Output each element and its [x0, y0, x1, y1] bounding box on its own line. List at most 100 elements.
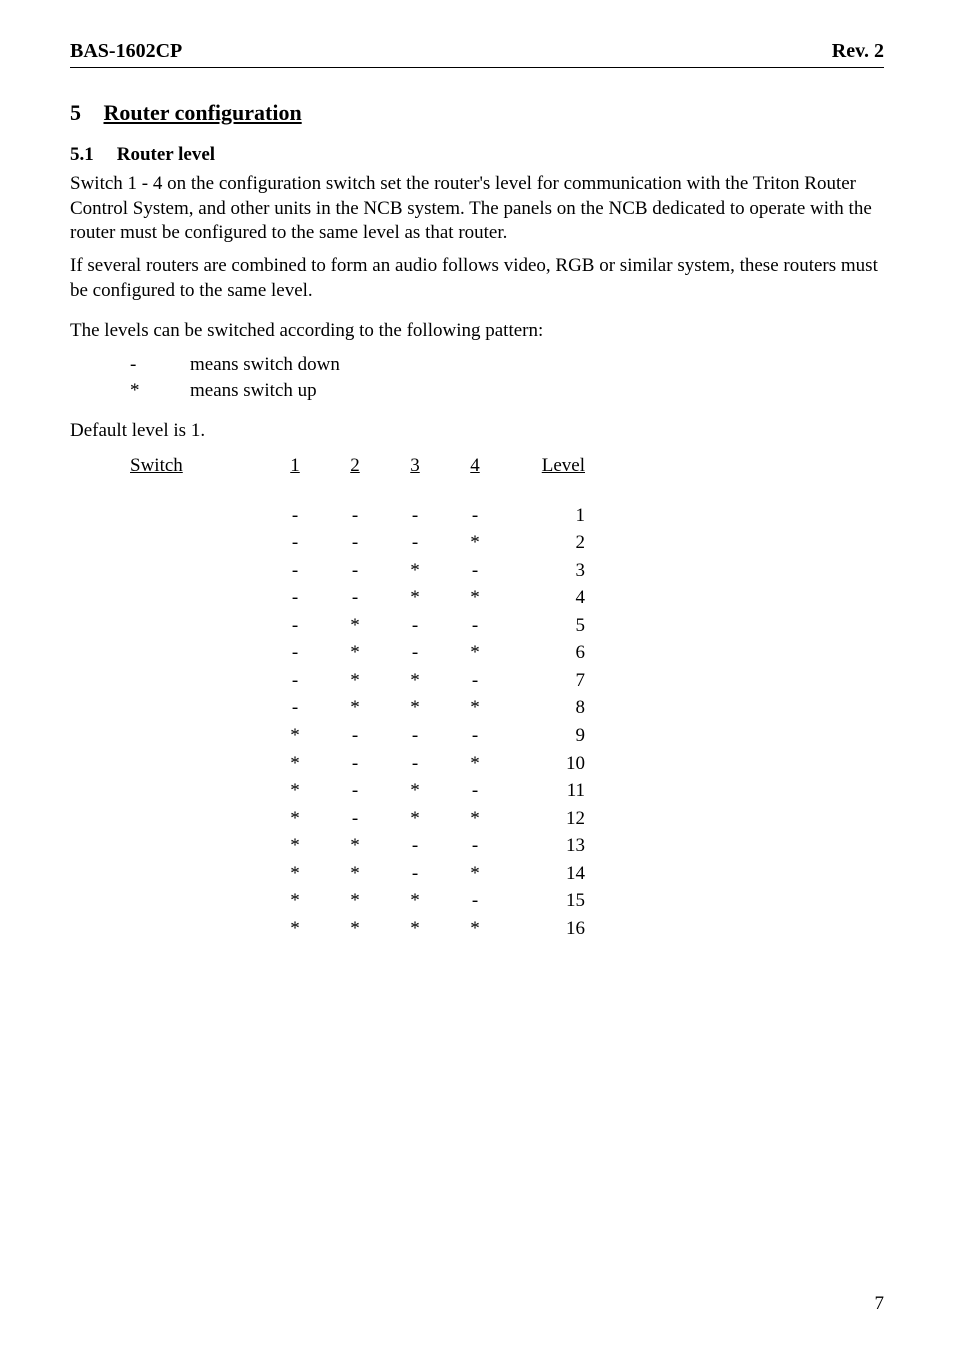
- cell-switch-3: *: [385, 667, 445, 695]
- section-heading: 5 Router configuration: [70, 100, 884, 126]
- cell-switch-4: *: [445, 639, 505, 667]
- cell-switch-3: -: [385, 502, 445, 530]
- cell-switch-4: -: [445, 502, 505, 530]
- cell-switch-3: -: [385, 612, 445, 640]
- table-row: ****16: [130, 915, 884, 943]
- cell-empty: [130, 529, 265, 557]
- cell-empty: [130, 887, 265, 915]
- cell-empty: [130, 777, 265, 805]
- cell-switch-4: *: [445, 805, 505, 833]
- cell-switch-3: *: [385, 915, 445, 943]
- cell-switch-1: *: [265, 832, 325, 860]
- cell-switch-3: *: [385, 777, 445, 805]
- legend-symbol: *: [130, 378, 190, 404]
- cell-level: 3: [505, 557, 589, 585]
- document-page: BAS-1602CP Rev. 2 5 Router configuration…: [0, 0, 954, 1351]
- cell-level: 13: [505, 832, 589, 860]
- cell-empty: [130, 667, 265, 695]
- th-level: Level: [505, 452, 589, 480]
- legend-row: - means switch down: [130, 352, 884, 378]
- cell-switch-4: -: [445, 722, 505, 750]
- table-row: **-*14: [130, 860, 884, 888]
- cell-switch-2: *: [325, 612, 385, 640]
- cell-switch-1: *: [265, 887, 325, 915]
- cell-switch-4: -: [445, 667, 505, 695]
- table-row: --*-3: [130, 557, 884, 585]
- cell-switch-2: *: [325, 832, 385, 860]
- cell-level: 14: [505, 860, 589, 888]
- page-number: 7: [875, 1293, 885, 1315]
- cell-switch-3: *: [385, 694, 445, 722]
- cell-switch-1: -: [265, 584, 325, 612]
- th-col-1: 1: [265, 452, 325, 480]
- cell-empty: [130, 584, 265, 612]
- cell-switch-2: -: [325, 529, 385, 557]
- table-row: ***-15: [130, 887, 884, 915]
- cell-switch-2: -: [325, 777, 385, 805]
- cell-empty: [130, 639, 265, 667]
- header-revision: Rev. 2: [832, 40, 884, 63]
- cell-switch-4: -: [445, 832, 505, 860]
- cell-switch-3: *: [385, 557, 445, 585]
- cell-level: 9: [505, 722, 589, 750]
- subsection-number: 5.1: [70, 144, 112, 166]
- table-row: ---*2: [130, 529, 884, 557]
- cell-level: 2: [505, 529, 589, 557]
- cell-switch-4: *: [445, 860, 505, 888]
- cell-level: 15: [505, 887, 589, 915]
- paragraph-1: Switch 1 - 4 on the configuration switch…: [70, 172, 884, 246]
- subsection-heading: 5.1 Router level: [70, 144, 884, 166]
- table-row: -*--5: [130, 612, 884, 640]
- cell-switch-3: -: [385, 529, 445, 557]
- cell-switch-3: -: [385, 639, 445, 667]
- cell-switch-4: *: [445, 750, 505, 778]
- legend-row: * means switch up: [130, 378, 884, 404]
- cell-level: 16: [505, 915, 589, 943]
- cell-level: 10: [505, 750, 589, 778]
- cell-level: 12: [505, 805, 589, 833]
- table-row: -***8: [130, 694, 884, 722]
- header-row: BAS-1602CP Rev. 2: [70, 40, 884, 67]
- paragraph-2: If several routers are combined to form …: [70, 254, 884, 303]
- cell-switch-4: -: [445, 777, 505, 805]
- subsection-title: Router level: [117, 144, 215, 165]
- cell-switch-1: *: [265, 750, 325, 778]
- cell-empty: [130, 860, 265, 888]
- cell-switch-1: -: [265, 502, 325, 530]
- cell-switch-4: -: [445, 557, 505, 585]
- cell-empty: [130, 694, 265, 722]
- paragraph-3: The levels can be switched according to …: [70, 319, 884, 344]
- cell-level: 4: [505, 584, 589, 612]
- section-title: Router configuration: [104, 100, 302, 125]
- table-row: *-**12: [130, 805, 884, 833]
- table-header-row: Switch 1 2 3 4 Level: [130, 452, 884, 480]
- cell-empty: [130, 612, 265, 640]
- cell-empty: [130, 832, 265, 860]
- legend-text: means switch up: [190, 378, 317, 404]
- cell-level: 5: [505, 612, 589, 640]
- cell-switch-1: -: [265, 667, 325, 695]
- cell-empty: [130, 502, 265, 530]
- cell-switch-2: -: [325, 557, 385, 585]
- cell-level: 1: [505, 502, 589, 530]
- cell-empty: [130, 915, 265, 943]
- cell-empty: [130, 750, 265, 778]
- th-col-4: 4: [445, 452, 505, 480]
- section-number: 5: [70, 100, 98, 126]
- cell-level: 6: [505, 639, 589, 667]
- table-row: -**-7: [130, 667, 884, 695]
- paragraph-4: Default level is 1.: [70, 419, 884, 444]
- cell-switch-2: *: [325, 639, 385, 667]
- cell-empty: [130, 722, 265, 750]
- cell-level: 8: [505, 694, 589, 722]
- cell-switch-1: *: [265, 860, 325, 888]
- cell-switch-2: -: [325, 722, 385, 750]
- cell-switch-2: *: [325, 915, 385, 943]
- table-row: *---9: [130, 722, 884, 750]
- table-row: *-*-11: [130, 777, 884, 805]
- cell-empty: [130, 805, 265, 833]
- cell-switch-1: -: [265, 529, 325, 557]
- cell-switch-2: *: [325, 860, 385, 888]
- th-col-3: 3: [385, 452, 445, 480]
- switch-table: Switch 1 2 3 4 Level ----1---*2--*-3--**…: [130, 452, 884, 942]
